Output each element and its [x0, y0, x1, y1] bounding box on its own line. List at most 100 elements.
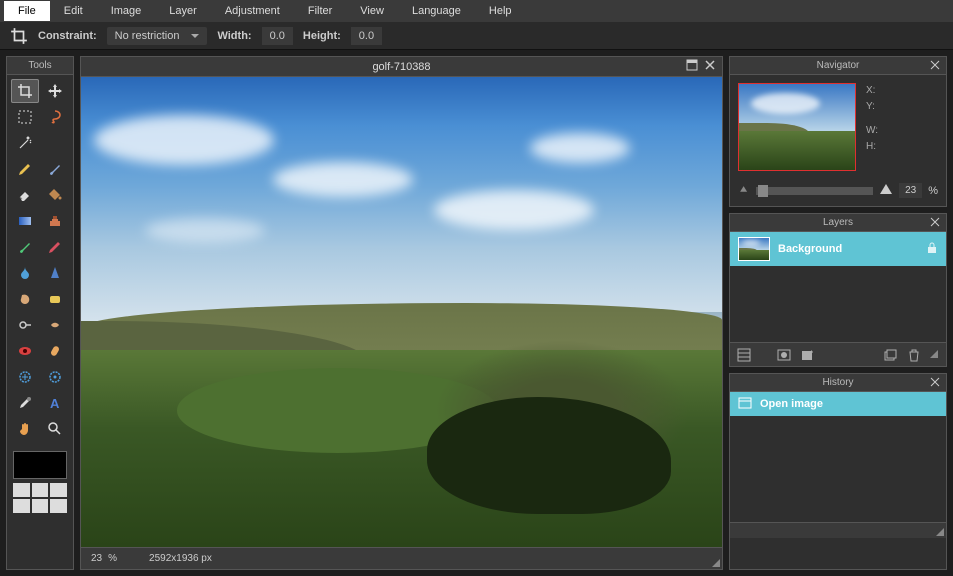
history-resize-grip[interactable] [934, 526, 944, 536]
maximize-icon[interactable] [686, 59, 698, 74]
smudge-tool[interactable] [11, 287, 39, 311]
layers-panel: Layers Background [729, 213, 947, 367]
menu-bar: File Edit Image Layer Adjustment Filter … [0, 0, 953, 22]
layer-thumbnail [738, 237, 770, 261]
navigator-header[interactable]: Navigator [730, 57, 946, 75]
navigator-close-icon[interactable] [930, 59, 940, 77]
navigator-panel: Navigator X: Y: W: H: 23 [729, 56, 947, 207]
history-title: History [822, 377, 853, 388]
gradient-tool[interactable] [11, 209, 39, 233]
svg-text:A: A [50, 396, 60, 411]
spot-heal-tool[interactable] [41, 339, 69, 363]
menu-layer[interactable]: Layer [155, 1, 211, 21]
history-item-label: Open image [760, 398, 823, 410]
navigator-zoom-value[interactable]: 23 [899, 183, 922, 198]
drawing-tool[interactable] [41, 235, 69, 259]
menu-image[interactable]: Image [97, 1, 156, 21]
close-icon[interactable] [704, 59, 716, 74]
layers-close-icon[interactable] [930, 216, 940, 234]
swatch-3[interactable] [50, 483, 67, 497]
history-item[interactable]: Open image [730, 392, 946, 416]
width-input[interactable]: 0.0 [262, 27, 293, 45]
zoom-slider[interactable] [756, 187, 873, 195]
swatch-5[interactable] [32, 499, 49, 513]
document-image [81, 77, 722, 547]
zoom-value[interactable]: 23 [91, 553, 102, 564]
pencil-tool[interactable] [11, 157, 39, 181]
clone-stamp-tool[interactable] [41, 209, 69, 233]
type-tool[interactable]: A [41, 391, 69, 415]
burn-tool[interactable] [41, 313, 69, 337]
menu-filter[interactable]: Filter [294, 1, 346, 21]
layer-styles-icon[interactable] [800, 347, 816, 363]
canvas-titlebar[interactable]: golf-710388 [81, 57, 722, 77]
tools-panel: Tools A [6, 56, 74, 570]
zoom-unit: % [108, 553, 117, 564]
resize-grip[interactable] [710, 557, 720, 567]
layers-resize-grip[interactable] [928, 348, 938, 358]
canvas-statusbar: 23 % 2592x1936 px [81, 547, 722, 569]
swatch-2[interactable] [32, 483, 49, 497]
nav-h-label: H: [866, 139, 878, 155]
swatch-1[interactable] [13, 483, 30, 497]
lock-icon[interactable] [926, 242, 938, 257]
history-header[interactable]: History [730, 374, 946, 392]
history-footer [730, 522, 946, 538]
swatch-6[interactable] [50, 499, 67, 513]
layer-mask-icon[interactable] [776, 347, 792, 363]
layers-footer [730, 342, 946, 366]
constraint-select[interactable]: No restriction [107, 27, 208, 45]
crop-icon [10, 27, 28, 45]
zoom-in-icon[interactable] [879, 183, 893, 198]
swatch-4[interactable] [13, 499, 30, 513]
bloat-tool[interactable] [11, 365, 39, 389]
layers-header[interactable]: Layers [730, 214, 946, 232]
new-layer-icon[interactable] [882, 347, 898, 363]
foreground-color[interactable] [13, 451, 67, 479]
navigator-thumbnail[interactable] [738, 83, 856, 171]
zoom-tool[interactable] [41, 417, 69, 441]
eraser-tool[interactable] [11, 183, 39, 207]
colorpicker-tool[interactable] [11, 391, 39, 415]
spacer-tool-1 [41, 131, 69, 155]
marquee-tool[interactable] [11, 105, 39, 129]
color-replace-tool[interactable] [11, 235, 39, 259]
red-eye-tool[interactable] [11, 339, 39, 363]
dodge-tool[interactable] [11, 313, 39, 337]
pinch-tool[interactable] [41, 365, 69, 389]
paint-bucket-tool[interactable] [41, 183, 69, 207]
width-label: Width [217, 30, 251, 42]
menu-edit[interactable]: Edit [50, 1, 97, 21]
menu-file[interactable]: File [4, 1, 50, 21]
sponge-tool[interactable] [41, 287, 69, 311]
hand-tool[interactable] [11, 417, 39, 441]
layer-settings-icon[interactable] [736, 347, 752, 363]
lasso-tool[interactable] [41, 105, 69, 129]
zoom-out-icon[interactable] [738, 184, 750, 197]
nav-x-label: X: [866, 83, 878, 99]
crop-tool[interactable] [11, 79, 39, 103]
menu-help[interactable]: Help [475, 1, 526, 21]
layer-row[interactable]: Background [730, 232, 946, 266]
canvas-viewport[interactable] [81, 77, 722, 547]
constraint-label: Constraint [38, 30, 97, 42]
blur-tool[interactable] [11, 261, 39, 285]
height-input[interactable]: 0.0 [351, 27, 382, 45]
menu-view[interactable]: View [346, 1, 398, 21]
wand-tool[interactable] [11, 131, 39, 155]
history-close-icon[interactable] [930, 376, 940, 394]
menu-adjustment[interactable]: Adjustment [211, 1, 294, 21]
brush-tool[interactable] [41, 157, 69, 181]
layer-name: Background [778, 243, 842, 255]
tools-header: Tools [7, 57, 73, 75]
navigator-zoom-unit: % [928, 185, 938, 197]
image-dimensions: 2592x1936 px [149, 553, 212, 564]
move-tool[interactable] [41, 79, 69, 103]
canvas-title-text: golf-710388 [372, 61, 430, 73]
sharpen-tool[interactable] [41, 261, 69, 285]
menu-language[interactable]: Language [398, 1, 475, 21]
history-panel: History Open image [729, 373, 947, 570]
open-image-icon [738, 396, 752, 413]
delete-layer-icon[interactable] [906, 347, 922, 363]
canvas-window: golf-710388 23 % 2592x1936 px [80, 56, 723, 570]
